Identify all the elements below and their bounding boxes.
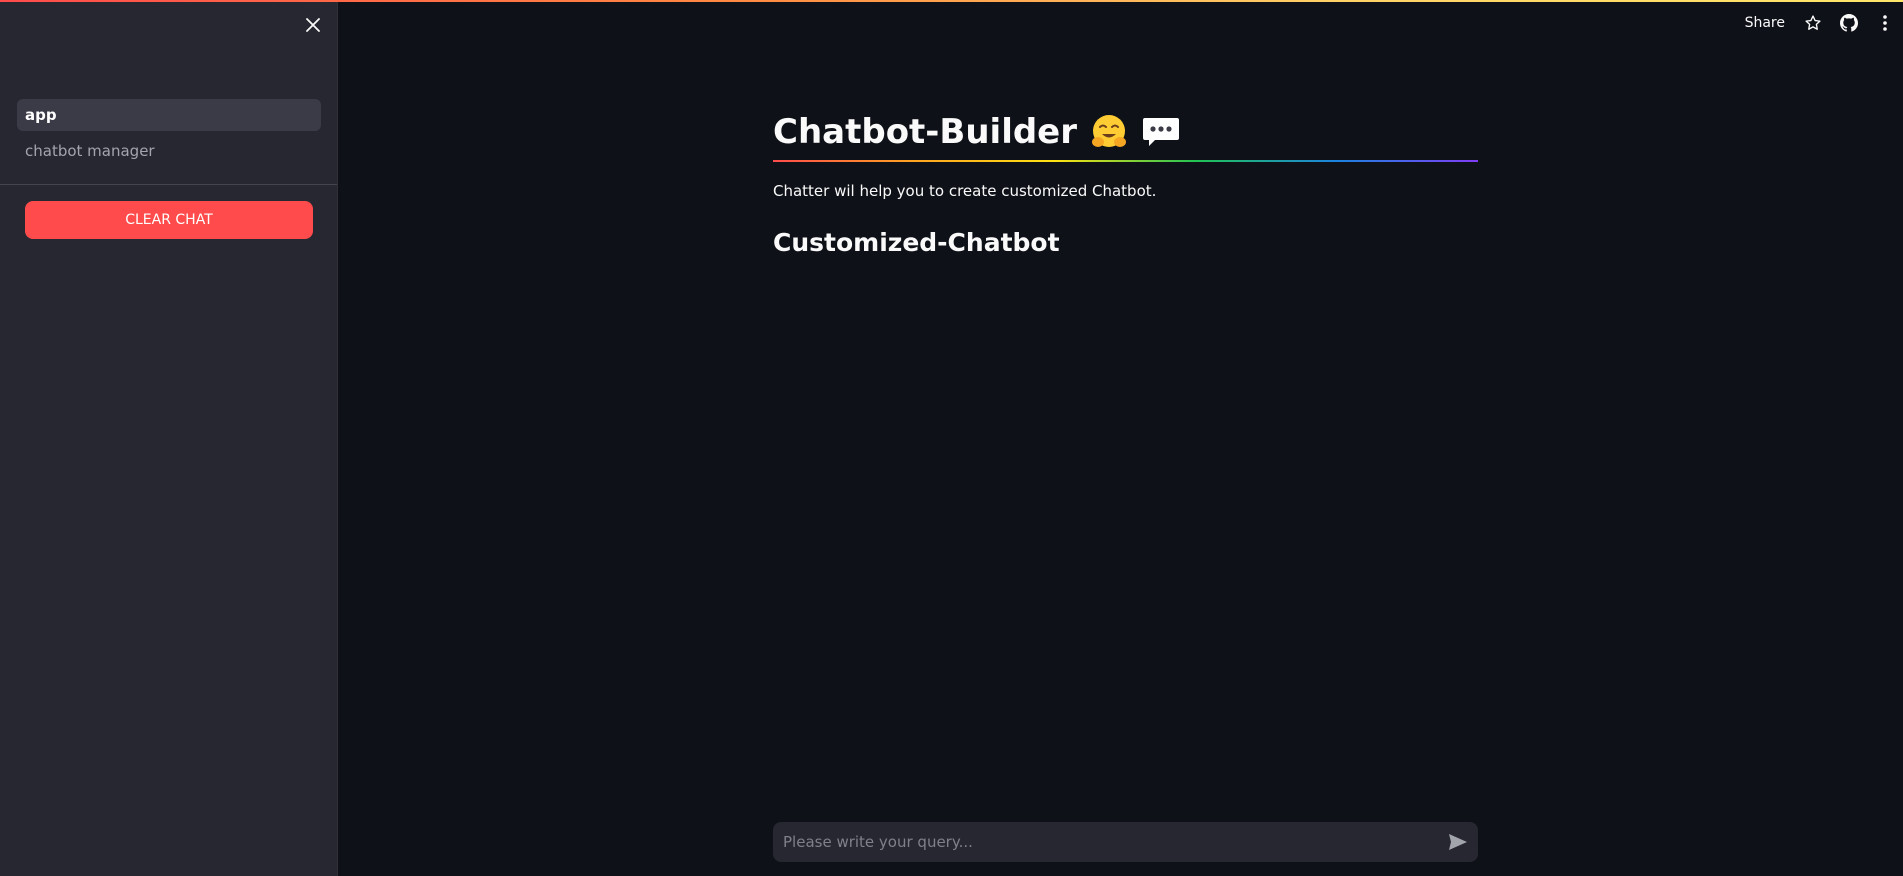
sidebar: app chatbot manager CLEAR CHAT [0, 0, 338, 876]
chat-input-container [773, 821, 1478, 863]
page-subtitle: Chatter wil help you to create customize… [773, 182, 1157, 200]
header-toolbar: Share [1745, 0, 1903, 46]
hugging-face-emoji-icon [1089, 112, 1129, 152]
speech-bubble-emoji-icon [1141, 112, 1181, 152]
close-icon[interactable] [302, 14, 324, 36]
sidebar-item-app[interactable]: app [17, 99, 321, 131]
share-button[interactable]: Share [1745, 15, 1785, 31]
top-decoration-line [0, 0, 1903, 2]
section-title: Customized-Chatbot [773, 228, 1060, 257]
sidebar-item-chatbot-manager[interactable]: chatbot manager [17, 135, 321, 167]
clear-chat-button[interactable]: CLEAR CHAT [25, 201, 313, 239]
github-icon[interactable] [1839, 13, 1859, 33]
sidebar-nav: app chatbot manager [17, 99, 321, 171]
sidebar-item-label: app [25, 106, 57, 124]
star-icon[interactable] [1803, 13, 1823, 33]
page-title: Chatbot-Builder [773, 112, 1078, 152]
chat-input[interactable] [773, 821, 1438, 863]
title-row: Chatbot-Builder [773, 108, 1181, 156]
send-icon[interactable] [1438, 822, 1478, 862]
sidebar-divider [0, 184, 337, 185]
main-content: Chatbot-Builder Chatter wil help you to … [773, 0, 1478, 876]
more-vert-icon[interactable] [1875, 13, 1895, 33]
title-divider [773, 160, 1478, 162]
sidebar-item-label: chatbot manager [25, 142, 155, 160]
app-root: app chatbot manager CLEAR CHAT Share Cha… [0, 0, 1903, 876]
